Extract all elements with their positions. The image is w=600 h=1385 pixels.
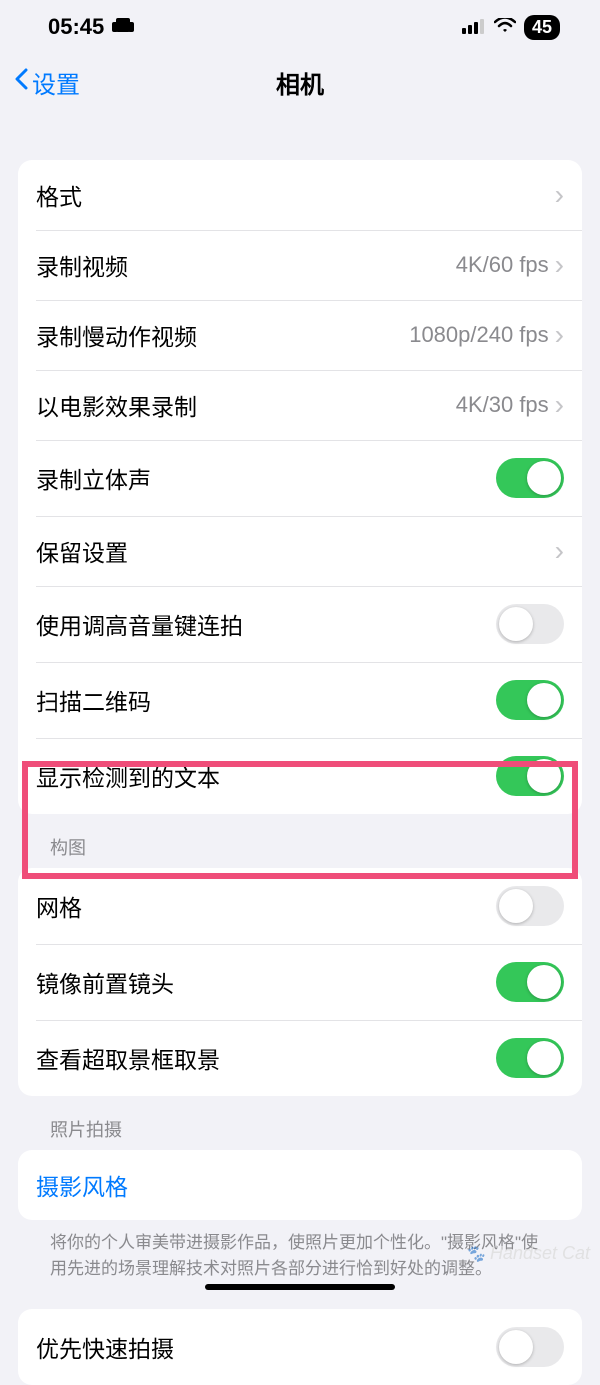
row-label: 镜像前置镜头 [36, 965, 496, 999]
row-label: 保留设置 [36, 534, 555, 568]
chevron-right-icon: › [555, 321, 564, 349]
chevron-right-icon: › [555, 251, 564, 279]
toggle-qr[interactable] [496, 680, 564, 720]
row-label: 显示检测到的文本 [36, 759, 496, 793]
paw-icon: 🐾 [465, 1246, 485, 1263]
cellular-icon [462, 14, 486, 40]
toggle-stereo[interactable] [496, 458, 564, 498]
chevron-right-icon: › [555, 181, 564, 209]
back-button[interactable]: 设置 [14, 65, 80, 100]
watermark: 🐾 Handset Cat [465, 1243, 590, 1264]
sleep-icon [112, 14, 134, 40]
row-label: 查看超取景框取景 [36, 1041, 496, 1075]
row-record-slomo[interactable]: 录制慢动作视频 1080p/240 fps › [18, 300, 582, 370]
toggle-text-detect[interactable] [496, 756, 564, 796]
settings-group-composition: 网格 镜像前置镜头 查看超取景框取景 [18, 868, 582, 1096]
chevron-left-icon [14, 68, 30, 97]
row-burst: 使用调高音量键连拍 [18, 586, 582, 662]
row-label: 扫描二维码 [36, 683, 496, 717]
row-format[interactable]: 格式 › [18, 160, 582, 230]
battery-badge: 45 [524, 15, 560, 40]
home-indicator[interactable] [205, 1284, 395, 1290]
chevron-right-icon: › [555, 391, 564, 419]
row-mirror: 镜像前置镜头 [18, 944, 582, 1020]
toggle-grid[interactable] [496, 886, 564, 926]
row-text-detect: 显示检测到的文本 [18, 738, 582, 814]
chevron-right-icon: › [555, 537, 564, 565]
row-label: 格式 [36, 178, 555, 212]
row-label: 以电影效果录制 [36, 388, 456, 422]
watermark-text: Handset Cat [490, 1243, 590, 1263]
row-record-cinematic[interactable]: 以电影效果录制 4K/30 fps › [18, 370, 582, 440]
row-label: 摄影风格 [36, 1168, 564, 1202]
row-outside-frame: 查看超取景框取景 [18, 1020, 582, 1096]
row-value: 1080p/240 fps [409, 322, 548, 348]
row-record-video[interactable]: 录制视频 4K/60 fps › [18, 230, 582, 300]
row-label: 网格 [36, 889, 496, 923]
toggle-mirror[interactable] [496, 962, 564, 1002]
status-time: 05:45 [48, 14, 104, 40]
row-label: 录制视频 [36, 248, 456, 282]
group-header-composition: 构图 [18, 814, 582, 868]
toggle-outside-frame[interactable] [496, 1038, 564, 1078]
row-label: 使用调高音量键连拍 [36, 607, 496, 641]
group-header-photo: 照片拍摄 [18, 1096, 582, 1150]
status-bar: 05:45 45 [0, 0, 600, 54]
row-preserve[interactable]: 保留设置 › [18, 516, 582, 586]
row-qr: 扫描二维码 [18, 662, 582, 738]
page-title: 相机 [276, 65, 324, 100]
wifi-icon [494, 14, 516, 40]
nav-header: 设置 相机 [0, 54, 600, 110]
row-label: 录制立体声 [36, 461, 496, 495]
row-photo-style[interactable]: 摄影风格 [18, 1150, 582, 1220]
row-label: 优先快速拍摄 [36, 1330, 496, 1364]
row-priority-fast: 优先快速拍摄 [18, 1309, 582, 1385]
settings-group-main: 格式 › 录制视频 4K/60 fps › 录制慢动作视频 1080p/240 … [18, 160, 582, 814]
row-value: 4K/30 fps [456, 392, 549, 418]
row-label: 录制慢动作视频 [36, 318, 409, 352]
toggle-burst[interactable] [496, 604, 564, 644]
row-grid: 网格 [18, 868, 582, 944]
toggle-priority-fast[interactable] [496, 1327, 564, 1367]
row-value: 4K/60 fps [456, 252, 549, 278]
settings-group-photo-style: 摄影风格 [18, 1150, 582, 1220]
back-label: 设置 [32, 65, 80, 100]
row-stereo: 录制立体声 [18, 440, 582, 516]
settings-group-priority: 优先快速拍摄 [18, 1309, 582, 1385]
